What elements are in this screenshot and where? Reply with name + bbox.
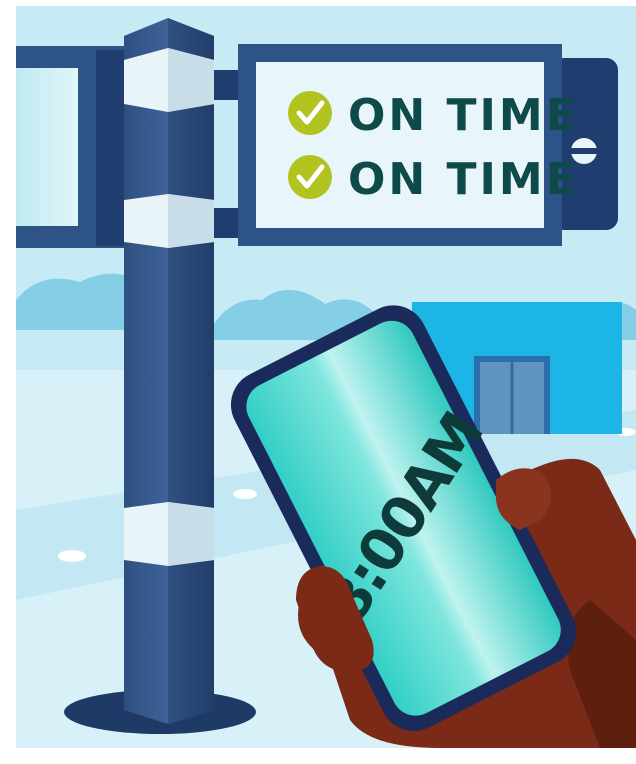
lane-dash bbox=[233, 489, 257, 499]
check-icon bbox=[288, 91, 332, 135]
side-display-edge bbox=[96, 50, 126, 246]
check-icon bbox=[288, 155, 332, 199]
side-display-screen bbox=[16, 68, 78, 226]
lane-dash bbox=[58, 550, 86, 562]
status-text: ON TIME bbox=[348, 90, 579, 141]
bus-stop-illustration: ON TIME ON TIME 8:00AM bbox=[0, 0, 636, 764]
sign-pole bbox=[124, 18, 214, 724]
status-text: ON TIME bbox=[348, 154, 579, 205]
